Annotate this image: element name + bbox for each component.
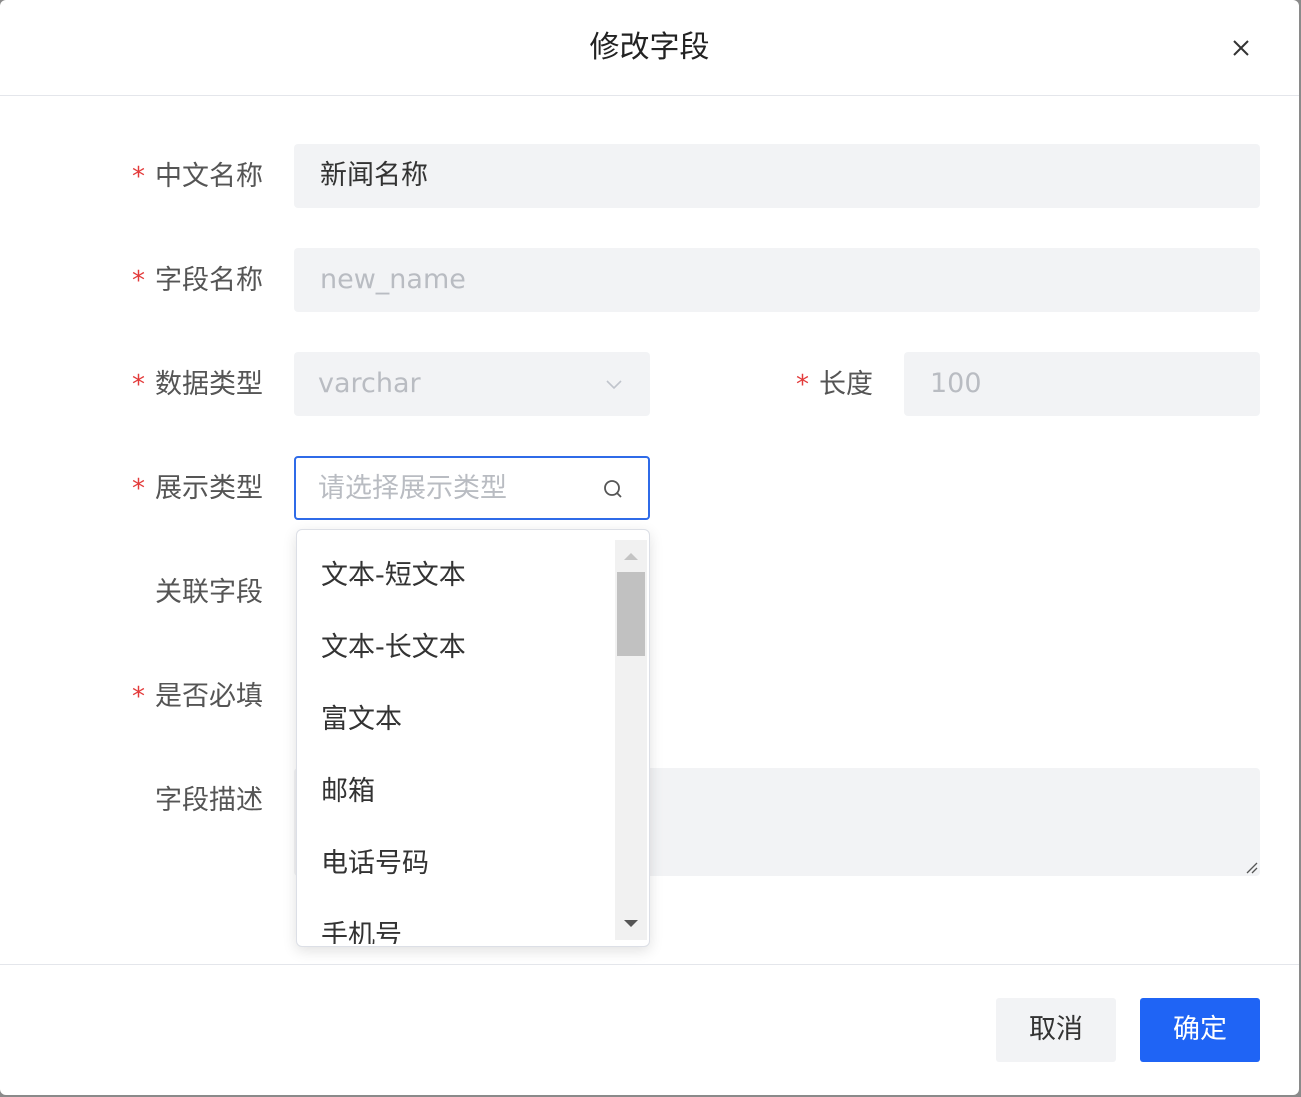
data-type-value: varchar — [318, 368, 421, 399]
display-type-label: * 展示类型 — [132, 473, 263, 504]
data-type-label: * 数据类型 — [132, 369, 263, 400]
dropdown-option[interactable]: 邮箱 — [297, 756, 613, 828]
dropdown-options: 文本-短文本 文本-长文本 富文本 邮箱 电话号码 手机号 — [297, 540, 613, 944]
data-type-select[interactable]: varchar — [294, 352, 650, 416]
dialog-header: 修改字段 — [0, 0, 1299, 96]
scroll-up-arrow-icon — [624, 553, 638, 560]
resize-handle-icon[interactable] — [1242, 858, 1258, 874]
related-field-label: 关联字段 — [155, 577, 263, 608]
required-mark: * — [132, 162, 145, 192]
dropdown-option[interactable]: 文本-短文本 — [297, 540, 613, 612]
scroll-down-arrow-icon — [624, 920, 638, 927]
dropdown-option[interactable]: 手机号 — [297, 900, 613, 944]
chevron-down-icon — [606, 380, 622, 390]
close-icon — [1233, 40, 1249, 56]
description-label: 字段描述 — [155, 785, 263, 816]
search-icon — [604, 480, 622, 498]
required-label: * 是否必填 — [132, 681, 263, 712]
display-type-dropdown: 文本-短文本 文本-长文本 富文本 邮箱 电话号码 手机号 — [296, 529, 650, 947]
cancel-button[interactable]: 取消 — [996, 998, 1116, 1062]
cn-name-input[interactable]: 新闻名称 — [294, 144, 1260, 208]
dropdown-scrollbar[interactable] — [615, 540, 647, 940]
edit-field-dialog: 修改字段 * 中文名称 新闻名称 * 字段名称 new_name * 数据类型 var… — [0, 0, 1299, 1095]
required-mark: * — [132, 266, 145, 296]
required-mark: * — [796, 370, 809, 400]
required-mark: * — [132, 474, 145, 504]
required-mark: * — [132, 682, 145, 712]
dialog-title: 修改字段 — [589, 30, 710, 65]
close-button[interactable] — [1223, 30, 1259, 66]
scrollbar-thumb[interactable] — [617, 572, 645, 656]
dialog-footer: 取消 确定 — [0, 964, 1299, 1095]
cn-name-label: * 中文名称 — [132, 161, 263, 192]
display-type-select[interactable] — [294, 456, 650, 520]
field-name-label: * 字段名称 — [132, 265, 263, 296]
dropdown-option[interactable]: 文本-长文本 — [297, 612, 613, 684]
scroll-up-button[interactable] — [615, 544, 647, 568]
field-name-input[interactable]: new_name — [294, 248, 1260, 312]
scroll-down-button[interactable] — [615, 912, 647, 936]
required-mark: * — [132, 370, 145, 400]
length-input[interactable]: 100 — [904, 352, 1260, 416]
length-label: * 长度 — [796, 369, 873, 400]
dropdown-option[interactable]: 电话号码 — [297, 828, 613, 900]
dropdown-option[interactable]: 富文本 — [297, 684, 613, 756]
confirm-button[interactable]: 确定 — [1140, 998, 1260, 1062]
display-type-search-input[interactable] — [318, 468, 588, 508]
